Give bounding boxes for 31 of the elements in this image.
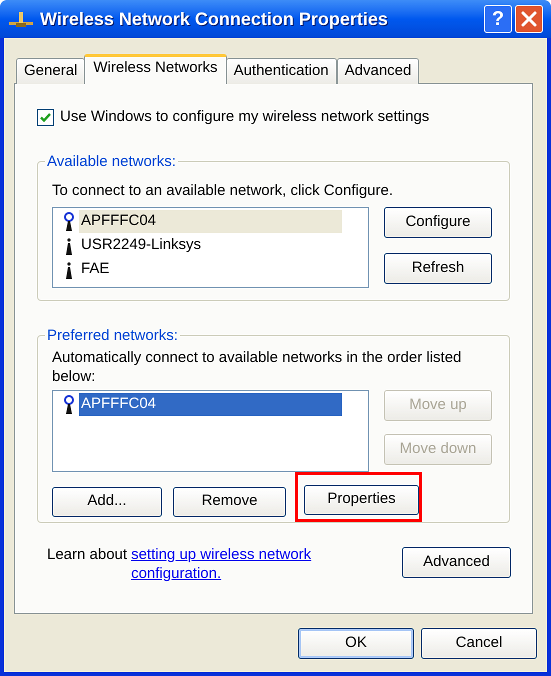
hint-text: To connect to an available network, click Configure. — [52, 182, 394, 200]
tab[interactable]: Authentication — [226, 58, 337, 84]
hint-text: Automatically connect to available networks in the order listed below: — [52, 348, 462, 386]
tab[interactable]: Wireless Networks — [84, 54, 227, 84]
button[interactable]: Cancel — [421, 628, 537, 659]
window-title: Wireless Network Connection Properties — [40, 8, 388, 31]
button[interactable]: Add... — [52, 486, 162, 516]
antenna-icon — [63, 236, 75, 256]
network-item[interactable]: APFFFC04 — [79, 393, 342, 416]
network-item[interactable]: APFFFC04 — [79, 210, 342, 233]
help-text: Learn about — [47, 544, 128, 564]
button[interactable]: Refresh — [384, 252, 492, 284]
tab[interactable]: Advanced — [336, 58, 420, 84]
network-icon — [8, 10, 34, 28]
button[interactable]: OK — [298, 628, 414, 659]
tab[interactable]: General — [16, 58, 86, 84]
button[interactable]: Configure — [384, 206, 492, 238]
button[interactable]: Properties — [304, 484, 419, 514]
button[interactable]: Remove — [173, 486, 286, 516]
antenna-icon — [63, 260, 75, 280]
checkbox-label: Use Windows to configure my wireless network settings — [60, 107, 430, 127]
close-icon — [521, 11, 537, 27]
checkbox[interactable] — [37, 108, 54, 126]
antenna-icon — [63, 394, 75, 414]
close-button[interactable] — [515, 5, 543, 33]
network-item[interactable]: USR2249-Linksys — [79, 234, 342, 257]
help-link[interactable]: setting up wireless network configuration. — [131, 544, 332, 582]
button[interactable]: Advanced — [402, 546, 511, 578]
antenna-icon — [63, 212, 75, 232]
help-button[interactable]: ? — [484, 5, 512, 33]
network-item[interactable]: FAE — [79, 258, 342, 281]
